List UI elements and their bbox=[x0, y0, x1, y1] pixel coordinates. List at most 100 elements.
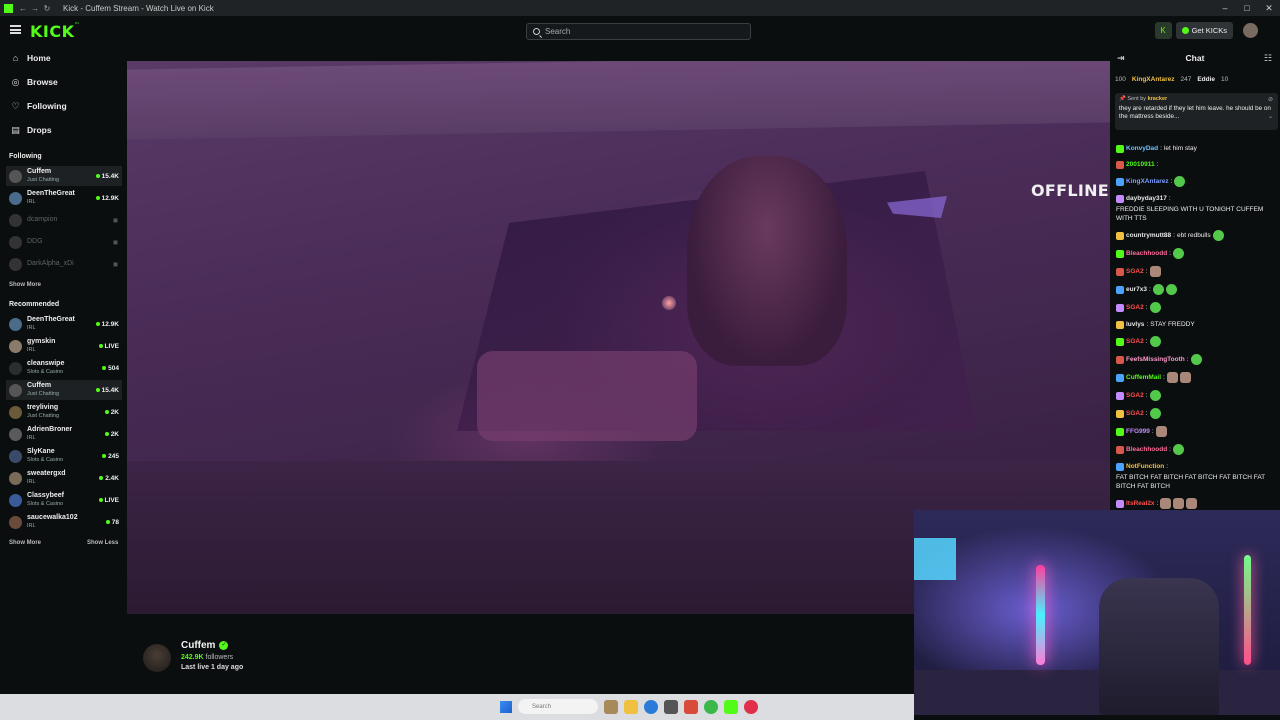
chat-emote-icon bbox=[1172, 444, 1184, 455]
recommended-show-more-button[interactable]: Show More bbox=[9, 540, 41, 546]
chat-message: ItsReal2x: bbox=[1116, 498, 1276, 509]
collapse-chat-icon[interactable]: ⇥ bbox=[1117, 46, 1125, 70]
chat-username[interactable]: FFG999 bbox=[1126, 427, 1150, 436]
chat-emote-icon bbox=[1173, 498, 1185, 509]
channel-item[interactable]: saucewalka102 IRL 78 bbox=[6, 512, 122, 532]
channel-item[interactable]: cleanswipe Slots & Casino 504 bbox=[6, 358, 122, 378]
channel-item[interactable]: DDG ◼ bbox=[6, 232, 122, 252]
taskbar-app-icon[interactable] bbox=[684, 699, 698, 714]
sidebar-item-home[interactable]: ⌂ Home bbox=[11, 53, 51, 63]
chat-users-icon[interactable]: ☷ bbox=[1264, 46, 1272, 70]
kick-logo[interactable]: KICK™ bbox=[30, 22, 80, 41]
channel-item[interactable]: treyliving Just Chatting 2K bbox=[6, 402, 122, 422]
channel-item[interactable]: Cuffem Just Chatting 15.4K bbox=[6, 380, 122, 400]
file-explorer-icon[interactable] bbox=[624, 699, 638, 714]
chat-username[interactable]: Bleachhoodd bbox=[1126, 445, 1167, 454]
channel-category: IRL bbox=[27, 347, 36, 353]
viewer-count: 245 bbox=[108, 452, 119, 460]
taskbar-app-icon[interactable] bbox=[604, 699, 618, 714]
chat-username[interactable]: SGA2 bbox=[1126, 337, 1144, 346]
maximize-icon[interactable]: □ bbox=[1236, 0, 1258, 16]
chat-badge-icon bbox=[1116, 391, 1124, 400]
channel-name: saucewalka102 bbox=[27, 514, 78, 521]
channel-item[interactable]: sweatergxd IRL 2.4K bbox=[6, 468, 122, 488]
chat-username[interactable]: eur7x3 bbox=[1126, 285, 1147, 294]
sidebar-item-drops[interactable]: ▤ Drops bbox=[11, 125, 51, 135]
channel-category: Just Chatting bbox=[27, 391, 60, 397]
offline-icon: ◼ bbox=[113, 239, 118, 246]
avatar bbox=[9, 361, 22, 375]
sidebar-item-following[interactable]: ♡ Following bbox=[11, 101, 66, 111]
live-dot-icon bbox=[105, 520, 110, 524]
chat-username[interactable]: CuffemMail bbox=[1126, 373, 1161, 382]
edge-browser-icon[interactable] bbox=[644, 699, 658, 714]
get-kicks-button[interactable]: Get KICKs bbox=[1175, 22, 1233, 39]
chat-username[interactable]: KonvyDad bbox=[1126, 144, 1158, 153]
chat-username[interactable]: FeefsMissingTooth bbox=[1126, 355, 1185, 364]
offline-icon: ◼ bbox=[113, 261, 118, 268]
back-icon[interactable]: ← bbox=[17, 4, 29, 13]
recommended-show-less-button[interactable]: Show Less bbox=[87, 540, 118, 546]
chat-username[interactable]: ItsReal2x bbox=[1126, 499, 1155, 508]
user-avatar[interactable] bbox=[1243, 23, 1258, 38]
chat-username[interactable]: countrymutt88 bbox=[1126, 231, 1171, 240]
forward-icon[interactable]: → bbox=[29, 4, 41, 13]
chat-emote-icon bbox=[1149, 336, 1161, 347]
taskbar-app-icon[interactable] bbox=[744, 699, 758, 714]
chat-emote-icon bbox=[1155, 426, 1167, 437]
channel-item[interactable]: AdrienBroner IRL 2K bbox=[6, 424, 122, 444]
minimize-icon[interactable]: – bbox=[1214, 0, 1236, 16]
channel-item[interactable]: DeenTheGreat IRL 12.9K bbox=[6, 188, 122, 208]
viewer-count: 12.9K bbox=[101, 194, 119, 202]
pinned-sender[interactable]: kracker bbox=[1148, 96, 1168, 102]
chat-emote-icon bbox=[1212, 230, 1224, 241]
chevron-down-icon[interactable]: ⌄ bbox=[1268, 113, 1273, 120]
followers-label: followers bbox=[205, 654, 234, 661]
taskbar-app-icon[interactable] bbox=[664, 699, 678, 714]
search-input[interactable]: Search bbox=[526, 23, 751, 40]
taskbar-search[interactable]: Search bbox=[518, 699, 598, 714]
channel-category: IRL bbox=[27, 523, 36, 529]
browser-titlebar: ← → ↻ Kick - Cuffem Stream - Watch Live … bbox=[0, 0, 1280, 16]
following-show-more-button[interactable]: Show More bbox=[9, 282, 41, 288]
chat-username[interactable]: SGA2 bbox=[1126, 409, 1144, 418]
avatar bbox=[9, 257, 22, 271]
chat-username[interactable]: daybyday317 bbox=[1126, 194, 1167, 203]
channel-item[interactable]: Classybeef Slots & Casino LIVE bbox=[6, 490, 122, 510]
pinned-message[interactable]: 📌 Sent by kracker they are retarded if t… bbox=[1115, 93, 1278, 130]
close-icon[interactable]: ✕ bbox=[1258, 0, 1280, 16]
avatar bbox=[9, 191, 22, 205]
chat-username[interactable]: NotFunction bbox=[1126, 462, 1164, 471]
gifter-name[interactable]: Eddie bbox=[1197, 76, 1215, 83]
menu-icon[interactable] bbox=[10, 25, 21, 34]
kick-app-icon[interactable] bbox=[724, 699, 738, 714]
chrome-browser-icon[interactable] bbox=[704, 699, 718, 714]
reload-icon[interactable]: ↻ bbox=[41, 4, 53, 13]
streamer-avatar[interactable] bbox=[143, 644, 171, 672]
chat-username[interactable]: SGA2 bbox=[1126, 391, 1144, 400]
chat-message: Bleachhoodd: bbox=[1116, 248, 1276, 259]
chat-separator: : bbox=[1169, 446, 1171, 453]
sidebar-item-browse[interactable]: ◎ Browse bbox=[11, 77, 58, 87]
chat-username[interactable]: 20010911 bbox=[1126, 160, 1155, 169]
channel-item[interactable]: gymskin IRL LIVE bbox=[6, 336, 122, 356]
channel-item[interactable]: DarkAlpha_xDi ◼ bbox=[6, 254, 122, 274]
channel-item[interactable]: dcampion ◼ bbox=[6, 210, 122, 230]
chat-username[interactable]: SGA2 bbox=[1126, 303, 1144, 312]
streamer-name[interactable]: Cuffem bbox=[181, 640, 215, 651]
unpin-icon[interactable]: ⊘ bbox=[1268, 96, 1273, 103]
chat-message: SGA2: bbox=[1116, 408, 1276, 419]
chat-username[interactable]: Bleachhoodd bbox=[1126, 249, 1167, 258]
chat-username[interactable]: KingXAntarez bbox=[1126, 177, 1169, 186]
chat-username[interactable]: luvlys bbox=[1126, 320, 1144, 329]
chat-message: FFG999: bbox=[1116, 426, 1276, 437]
kick-k-icon[interactable]: K bbox=[1154, 22, 1172, 39]
channel-item[interactable]: SlyKane Slots & Casino 245 bbox=[6, 446, 122, 466]
live-dot-icon bbox=[98, 344, 103, 348]
chat-username[interactable]: SGA2 bbox=[1126, 267, 1144, 276]
windows-start-icon[interactable] bbox=[500, 700, 512, 713]
channel-item[interactable]: DeenTheGreat IRL 12.9K bbox=[6, 314, 122, 334]
chat-separator: : bbox=[1151, 428, 1154, 435]
channel-item[interactable]: Cuffem Just Chatting 15.4K bbox=[6, 166, 122, 186]
gifter-name[interactable]: KingXAntarez bbox=[1132, 76, 1175, 83]
